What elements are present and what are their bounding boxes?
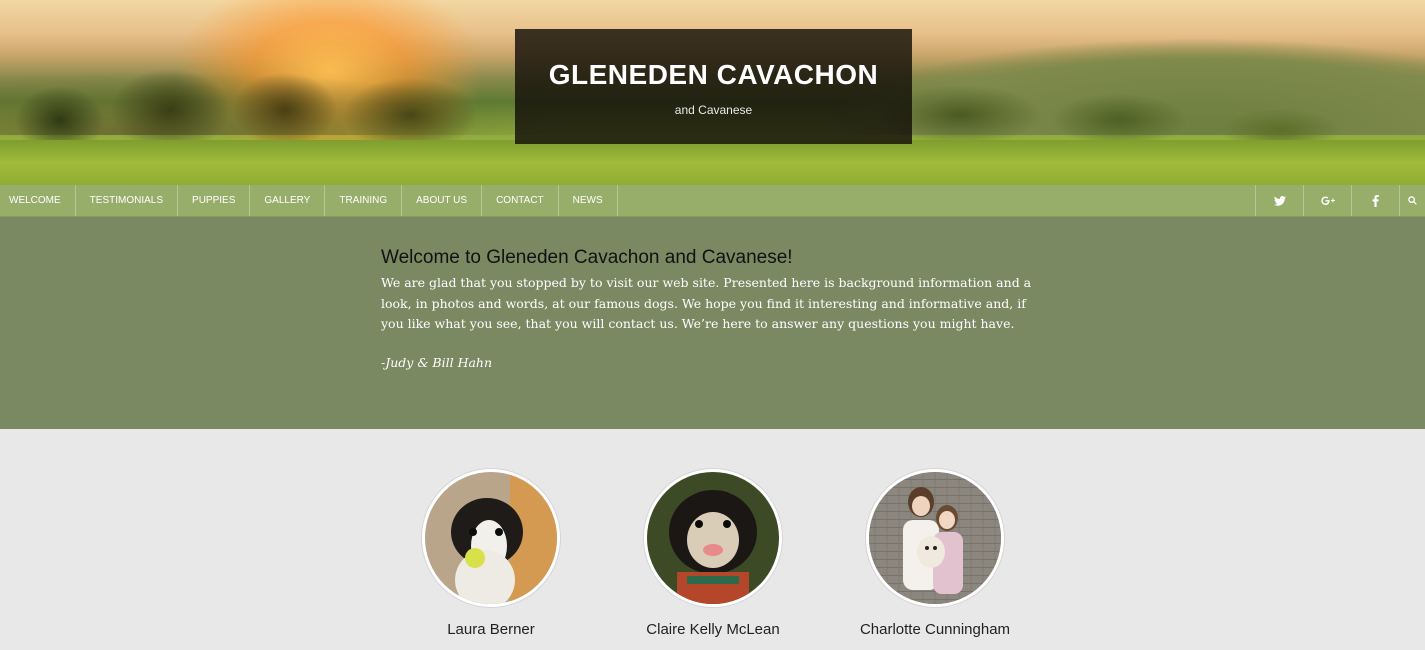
- testimonial-name: Laura Berner: [447, 621, 535, 638]
- dog-photo-icon: [425, 472, 557, 604]
- nav-item-testimonials[interactable]: TESTIMONIALS: [76, 185, 179, 216]
- dog-photo-icon: [647, 472, 779, 604]
- site-subtitle: and Cavanese: [674, 103, 753, 117]
- site-title[interactable]: GLENEDEN CAVACHON: [515, 59, 912, 91]
- site-title-box[interactable]: GLENEDEN CAVACHON and Cavanese: [515, 29, 912, 144]
- hero-field: [0, 140, 1425, 185]
- social-links: [1255, 185, 1425, 216]
- testimonials-section: Laura Berner Claire Kelly McLean Charlot…: [0, 429, 1425, 650]
- facebook-icon[interactable]: [1351, 185, 1399, 216]
- main-nav: WELCOME TESTIMONIALS PUPPIES GALLERY TRA…: [0, 185, 1425, 217]
- welcome-heading: Welcome to Gleneden Cavachon and Cavanes…: [381, 247, 793, 268]
- avatar[interactable]: [422, 469, 560, 607]
- twitter-icon[interactable]: [1255, 185, 1303, 216]
- nav-item-contact[interactable]: CONTACT: [482, 185, 559, 216]
- family-photo-icon: [869, 472, 1001, 604]
- testimonial-card[interactable]: Claire Kelly McLean: [613, 469, 813, 638]
- hero-banner: GLENEDEN CAVACHON and Cavanese: [0, 0, 1425, 185]
- avatar[interactable]: [644, 469, 782, 607]
- testimonial-card[interactable]: Laura Berner: [391, 469, 591, 638]
- welcome-body: We are glad that you stopped by to visit…: [381, 275, 1032, 331]
- search-icon[interactable]: [1399, 185, 1425, 216]
- google-plus-icon[interactable]: [1303, 185, 1351, 216]
- nav-item-puppies[interactable]: PUPPIES: [178, 185, 251, 216]
- nav-item-news[interactable]: NEWS: [559, 185, 618, 216]
- testimonial-name: Claire Kelly McLean: [646, 621, 780, 638]
- testimonial-card[interactable]: Charlotte Cunningham: [835, 469, 1035, 638]
- nav-item-training[interactable]: TRAINING: [325, 185, 403, 216]
- nav-item-gallery[interactable]: GALLERY: [250, 185, 326, 216]
- nav-item-about-us[interactable]: ABOUT US: [402, 185, 483, 216]
- nav-item-welcome[interactable]: WELCOME: [0, 185, 76, 216]
- avatar[interactable]: [866, 469, 1004, 607]
- welcome-section: Welcome to Gleneden Cavachon and Cavanes…: [0, 217, 1425, 429]
- testimonial-name: Charlotte Cunningham: [859, 621, 1011, 638]
- welcome-signature: -Judy & Bill Hahn: [381, 354, 493, 370]
